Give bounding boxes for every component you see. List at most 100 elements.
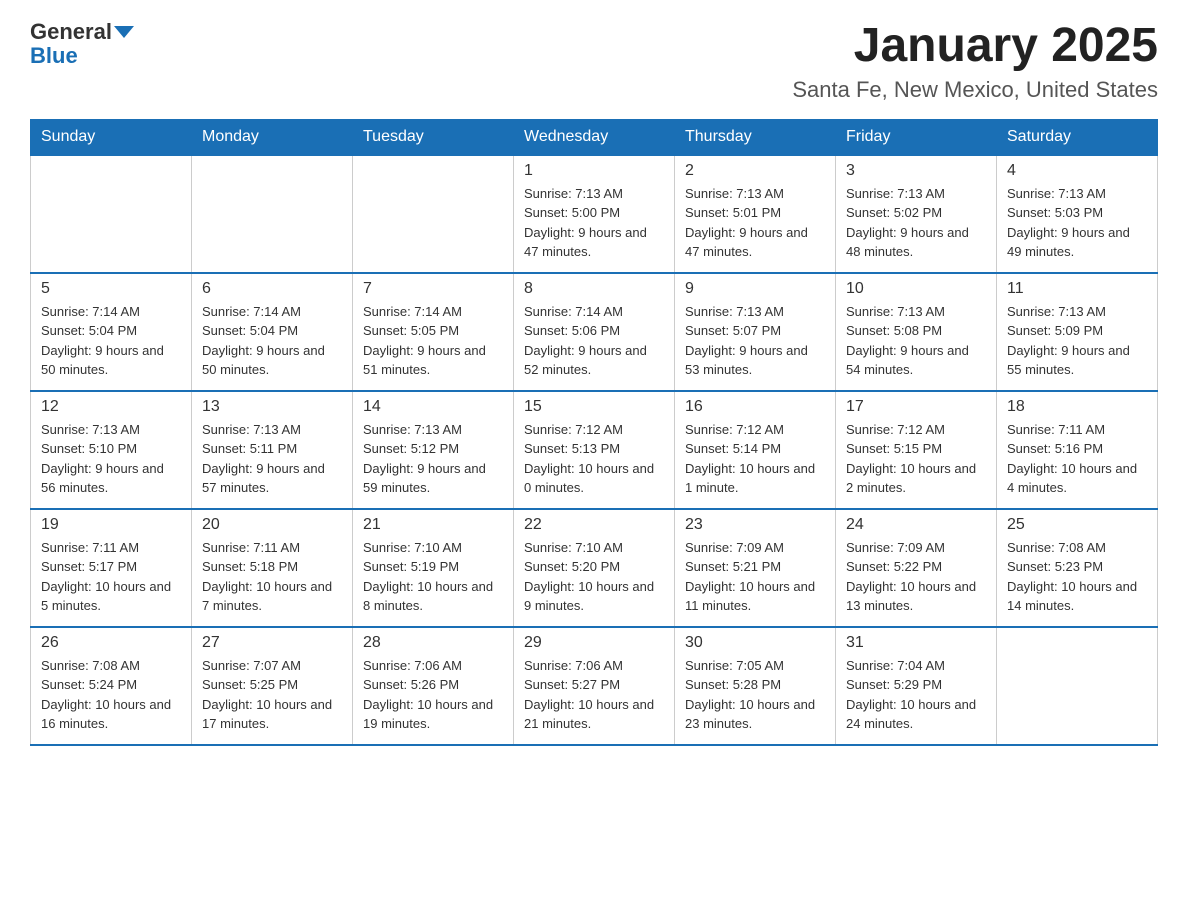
day-info: Sunrise: 7:12 AM Sunset: 5:15 PM Dayligh… [846,420,986,498]
day-info: Sunrise: 7:10 AM Sunset: 5:19 PM Dayligh… [363,538,503,616]
calendar-cell: 16 Sunrise: 7:12 AM Sunset: 5:14 PM Dayli… [675,391,836,509]
day-number: 9 [685,280,825,298]
day-info: Sunrise: 7:09 AM Sunset: 5:22 PM Dayligh… [846,538,986,616]
calendar-cell: 1 Sunrise: 7:13 AM Sunset: 5:00 PM Daylig… [514,155,675,273]
calendar-week-1: 1 Sunrise: 7:13 AM Sunset: 5:00 PM Daylig… [31,155,1158,273]
calendar-cell: 22Sunrise: 7:10 AM Sunset: 5:20 PM Dayli… [514,509,675,627]
day-info: Sunrise: 7:05 AM Sunset: 5:28 PM Dayligh… [685,656,825,734]
calendar-cell: 23 Sunrise: 7:09 AM Sunset: 5:21 PM Dayli… [675,509,836,627]
calendar-header-row: SundayMondayTuesdayWednesdayThursdayFrid… [31,119,1158,155]
day-info: Sunrise: 7:08 AM Sunset: 5:24 PM Dayligh… [41,656,181,734]
calendar-cell: 17 Sunrise: 7:12 AM Sunset: 5:15 PM Dayli… [836,391,997,509]
calendar-cell: 31Sunrise: 7:04 AM Sunset: 5:29 PM Dayli… [836,627,997,745]
day-number: 26 [41,634,181,652]
day-info: Sunrise: 7:14 AM Sunset: 5:06 PM Dayligh… [524,302,664,380]
calendar-cell [31,155,192,273]
day-number: 14 [363,398,503,416]
calendar-cell: 10Sunrise: 7:13 AM Sunset: 5:08 PM Dayli… [836,273,997,391]
day-number: 8 [524,280,664,298]
day-info: Sunrise: 7:13 AM Sunset: 5:09 PM Dayligh… [1007,302,1147,380]
calendar-header-friday: Friday [836,119,997,155]
calendar-header-wednesday: Wednesday [514,119,675,155]
day-number: 7 [363,280,503,298]
day-number: 1 [524,162,664,180]
day-info: Sunrise: 7:13 AM Sunset: 5:08 PM Dayligh… [846,302,986,380]
day-info: Sunrise: 7:09 AM Sunset: 5:21 PM Dayligh… [685,538,825,616]
page-header: General Blue January 2025 Santa Fe, New … [30,20,1158,103]
day-number: 5 [41,280,181,298]
day-number: 4 [1007,162,1147,180]
calendar-cell: 14 Sunrise: 7:13 AM Sunset: 5:12 PM Dayli… [353,391,514,509]
day-info: Sunrise: 7:11 AM Sunset: 5:18 PM Dayligh… [202,538,342,616]
calendar-cell: 13 Sunrise: 7:13 AM Sunset: 5:11 PM Dayli… [192,391,353,509]
day-info: Sunrise: 7:14 AM Sunset: 5:04 PM Dayligh… [202,302,342,380]
calendar-cell [997,627,1158,745]
day-info: Sunrise: 7:12 AM Sunset: 5:14 PM Dayligh… [685,420,825,498]
day-number: 17 [846,398,986,416]
day-number: 2 [685,162,825,180]
calendar-cell: 29Sunrise: 7:06 AM Sunset: 5:27 PM Dayli… [514,627,675,745]
calendar-header-thursday: Thursday [675,119,836,155]
day-info: Sunrise: 7:13 AM Sunset: 5:10 PM Dayligh… [41,420,181,498]
calendar-cell: 5 Sunrise: 7:14 AM Sunset: 5:04 PM Daylig… [31,273,192,391]
day-number: 30 [685,634,825,652]
calendar-cell: 19Sunrise: 7:11 AM Sunset: 5:17 PM Dayli… [31,509,192,627]
day-number: 6 [202,280,342,298]
day-info: Sunrise: 7:06 AM Sunset: 5:26 PM Dayligh… [363,656,503,734]
calendar-week-2: 5 Sunrise: 7:14 AM Sunset: 5:04 PM Daylig… [31,273,1158,391]
calendar-cell: 11 Sunrise: 7:13 AM Sunset: 5:09 PM Dayli… [997,273,1158,391]
calendar-cell: 28Sunrise: 7:06 AM Sunset: 5:26 PM Dayli… [353,627,514,745]
calendar-cell: 9Sunrise: 7:13 AM Sunset: 5:07 PM Daylig… [675,273,836,391]
day-number: 27 [202,634,342,652]
day-number: 23 [685,516,825,534]
day-number: 21 [363,516,503,534]
day-number: 16 [685,398,825,416]
logo-general-text: General [30,20,112,44]
calendar-cell: 30 Sunrise: 7:05 AM Sunset: 5:28 PM Dayli… [675,627,836,745]
calendar-cell: 20 Sunrise: 7:11 AM Sunset: 5:18 PM Dayli… [192,509,353,627]
calendar-week-3: 12 Sunrise: 7:13 AM Sunset: 5:10 PM Dayli… [31,391,1158,509]
logo: General Blue [30,20,134,68]
day-number: 15 [524,398,664,416]
logo-arrow-icon [114,26,134,38]
calendar-cell: 21 Sunrise: 7:10 AM Sunset: 5:19 PM Dayli… [353,509,514,627]
calendar-cell: 25 Sunrise: 7:08 AM Sunset: 5:23 PM Dayli… [997,509,1158,627]
day-info: Sunrise: 7:13 AM Sunset: 5:12 PM Dayligh… [363,420,503,498]
day-number: 13 [202,398,342,416]
day-number: 11 [1007,280,1147,298]
day-info: Sunrise: 7:11 AM Sunset: 5:17 PM Dayligh… [41,538,181,616]
day-number: 12 [41,398,181,416]
calendar-week-5: 26 Sunrise: 7:08 AM Sunset: 5:24 PM Dayli… [31,627,1158,745]
day-info: Sunrise: 7:13 AM Sunset: 5:00 PM Dayligh… [524,184,664,262]
day-number: 29 [524,634,664,652]
day-number: 24 [846,516,986,534]
calendar-cell: 26 Sunrise: 7:08 AM Sunset: 5:24 PM Dayli… [31,627,192,745]
calendar-cell: 18Sunrise: 7:11 AM Sunset: 5:16 PM Dayli… [997,391,1158,509]
logo-blue-text: Blue [30,44,78,68]
day-info: Sunrise: 7:13 AM Sunset: 5:02 PM Dayligh… [846,184,986,262]
calendar-cell: 8 Sunrise: 7:14 AM Sunset: 5:06 PM Daylig… [514,273,675,391]
calendar-header-tuesday: Tuesday [353,119,514,155]
day-number: 20 [202,516,342,534]
day-info: Sunrise: 7:07 AM Sunset: 5:25 PM Dayligh… [202,656,342,734]
day-info: Sunrise: 7:10 AM Sunset: 5:20 PM Dayligh… [524,538,664,616]
day-info: Sunrise: 7:13 AM Sunset: 5:01 PM Dayligh… [685,184,825,262]
calendar-cell: 3Sunrise: 7:13 AM Sunset: 5:02 PM Daylig… [836,155,997,273]
day-info: Sunrise: 7:12 AM Sunset: 5:13 PM Dayligh… [524,420,664,498]
calendar-cell: 27 Sunrise: 7:07 AM Sunset: 5:25 PM Dayli… [192,627,353,745]
calendar-header-monday: Monday [192,119,353,155]
day-info: Sunrise: 7:13 AM Sunset: 5:03 PM Dayligh… [1007,184,1147,262]
day-info: Sunrise: 7:14 AM Sunset: 5:04 PM Dayligh… [41,302,181,380]
day-info: Sunrise: 7:14 AM Sunset: 5:05 PM Dayligh… [363,302,503,380]
calendar-cell: 6 Sunrise: 7:14 AM Sunset: 5:04 PM Daylig… [192,273,353,391]
month-title: January 2025 [792,20,1158,73]
day-number: 25 [1007,516,1147,534]
calendar-cell: 15 Sunrise: 7:12 AM Sunset: 5:13 PM Dayli… [514,391,675,509]
day-info: Sunrise: 7:13 AM Sunset: 5:11 PM Dayligh… [202,420,342,498]
calendar-cell: 12 Sunrise: 7:13 AM Sunset: 5:10 PM Dayli… [31,391,192,509]
calendar-table: SundayMondayTuesdayWednesdayThursdayFrid… [30,119,1158,746]
calendar-cell: 2 Sunrise: 7:13 AM Sunset: 5:01 PM Daylig… [675,155,836,273]
day-info: Sunrise: 7:08 AM Sunset: 5:23 PM Dayligh… [1007,538,1147,616]
title-section: January 2025 Santa Fe, New Mexico, Unite… [792,20,1158,103]
calendar-cell: 4 Sunrise: 7:13 AM Sunset: 5:03 PM Daylig… [997,155,1158,273]
